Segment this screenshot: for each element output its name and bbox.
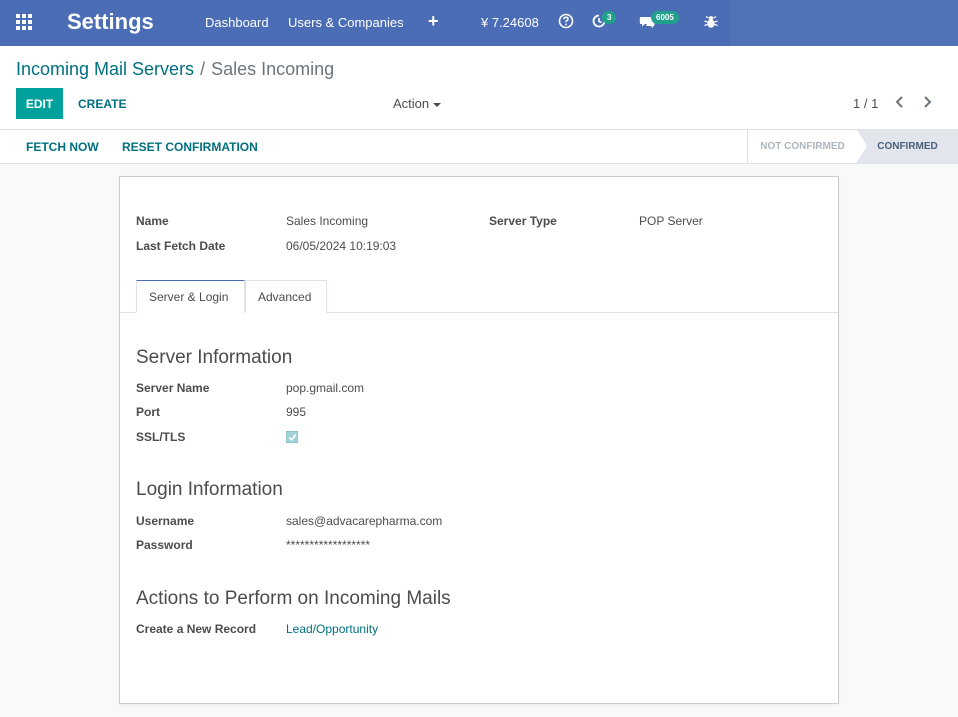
last-fetch-date-label: Last Fetch Date (136, 239, 226, 253)
login-information-heading: Login Information (136, 479, 283, 500)
activity-count-badge: 3 (602, 11, 617, 24)
ssl-tls-checkbox[interactable] (286, 431, 298, 443)
caret-down-icon (433, 102, 442, 107)
server-type-label: Server Type (489, 214, 557, 228)
menu-dashboard[interactable]: Dashboard (205, 15, 269, 30)
control-panel: Incoming Mail Servers / Sales Incoming EDI… (0, 46, 958, 130)
create-record-link[interactable]: Lead/Opportunity (286, 622, 378, 636)
port-value: 995 (286, 405, 307, 419)
server-name-value: pop.gmail.com (286, 381, 365, 395)
action-dropdown[interactable]: Action (393, 96, 442, 111)
create-button[interactable]: CREATE (70, 88, 134, 119)
server-type-value: POP Server (639, 214, 703, 228)
currency-rate[interactable]: ¥ 7.24608 (481, 15, 539, 30)
username-value: sales@advacarepharma.com (286, 514, 443, 528)
edit-button[interactable]: EDIT (16, 88, 63, 119)
chevron-left-icon[interactable] (891, 93, 909, 111)
pager-value[interactable]: 1 / 1 (853, 96, 878, 111)
apps-grid-icon[interactable] (16, 14, 34, 32)
tab-advanced[interactable]: Advanced (245, 280, 327, 313)
form-statusbar: FETCH NOW RESET CONFIRMATION NOT CONFIRM… (0, 130, 958, 164)
bug-icon[interactable] (703, 14, 719, 30)
breadcrumb-current: Sales Incoming (211, 59, 335, 79)
password-label: Password (136, 538, 193, 552)
stage-not-confirmed[interactable]: NOT CONFIRMED (747, 130, 857, 163)
reset-confirmation-button[interactable]: RESET CONFIRMATION (122, 140, 258, 154)
help-icon[interactable] (558, 13, 574, 29)
stage-arrow-divider (857, 130, 867, 162)
ssl-tls-label: SSL/TLS (136, 430, 186, 444)
action-dropdown-label: Action (393, 96, 430, 111)
last-fetch-date-value: 06/05/2024 10:19:03 (286, 239, 397, 253)
name-label: Name (136, 214, 169, 228)
tab-server-login[interactable]: Server & Login (136, 280, 245, 313)
messages-count-badge: 6005 (651, 11, 679, 24)
breadcrumb-separator: / (200, 59, 206, 79)
checkmark-icon (288, 433, 296, 441)
port-label: Port (136, 405, 160, 419)
plus-icon[interactable]: + (428, 11, 439, 32)
password-value: ****************** (286, 538, 371, 552)
server-information-heading: Server Information (136, 347, 293, 368)
navbar-systray-background (730, 0, 958, 46)
create-record-label: Create a New Record (136, 622, 257, 636)
actions-heading: Actions to Perform on Incoming Mails (136, 588, 451, 609)
username-label: Username (136, 514, 195, 528)
name-value: Sales Incoming (286, 214, 369, 228)
breadcrumb-parent-link[interactable]: Incoming Mail Servers (16, 59, 194, 79)
fetch-now-button[interactable]: FETCH NOW (26, 140, 99, 154)
breadcrumb: Incoming Mail Servers / Sales Incoming (16, 59, 334, 80)
chevron-right-icon[interactable] (918, 93, 936, 111)
stage-confirmed[interactable]: CONFIRMED (857, 130, 958, 163)
app-title[interactable]: Settings (67, 9, 154, 35)
server-name-label: Server Name (136, 381, 210, 395)
top-navbar: Settings Dashboard Users & Companies + ¥… (0, 0, 958, 46)
form-sheet: Name Sales Incoming Last Fetch Date 06/0… (119, 176, 839, 704)
menu-users-companies[interactable]: Users & Companies (288, 15, 404, 30)
